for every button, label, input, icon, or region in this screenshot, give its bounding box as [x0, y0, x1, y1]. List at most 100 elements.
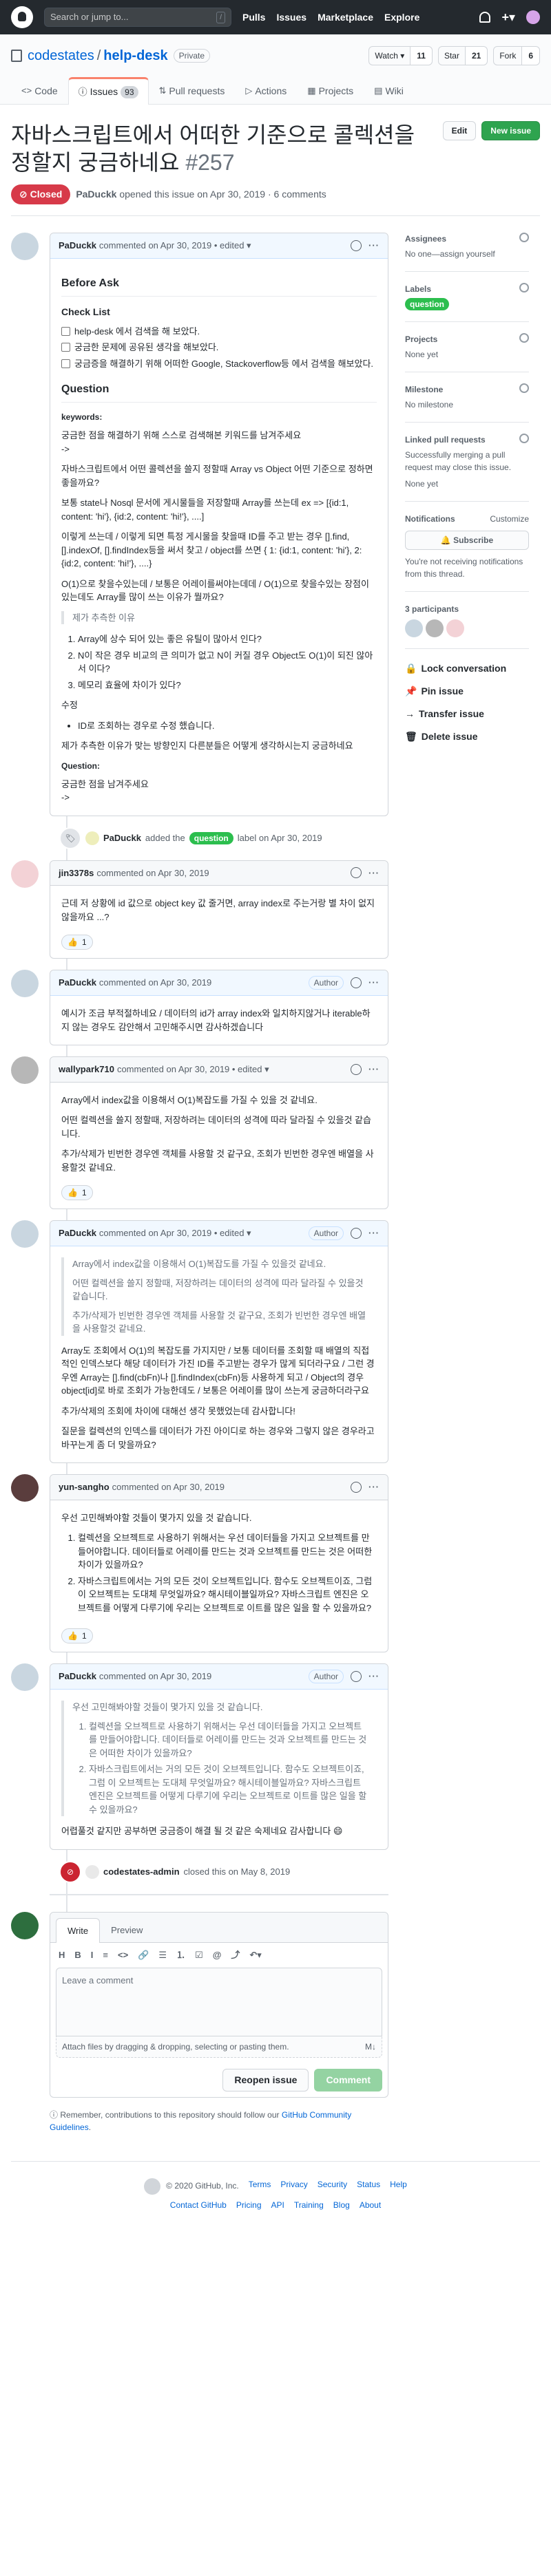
footer-link-blog[interactable]: Blog — [333, 2199, 350, 2211]
create-new-plus-icon[interactable]: +▾ — [501, 8, 515, 27]
bullet-list-icon[interactable]: ☰ — [158, 1948, 167, 1962]
gear-icon[interactable] — [519, 333, 529, 343]
avatar[interactable] — [11, 1911, 39, 1939]
comment-author[interactable]: yun-sangho — [59, 1480, 110, 1494]
more-options-icon[interactable]: ··· — [368, 1063, 380, 1076]
star-count[interactable]: 21 — [464, 47, 488, 65]
new-issue-button[interactable]: New issue — [481, 121, 540, 140]
reopen-issue-button[interactable]: Reopen issue — [222, 2068, 309, 2091]
add-reaction-icon[interactable] — [351, 977, 362, 988]
star-button[interactable]: Star 21 — [437, 46, 488, 65]
gear-icon[interactable] — [519, 434, 529, 443]
footer-link-training[interactable]: Training — [294, 2199, 324, 2211]
more-options-icon[interactable]: ··· — [368, 976, 380, 990]
watch-button[interactable]: Watch ▾ 11 — [368, 46, 433, 65]
fork-count[interactable]: 6 — [521, 47, 539, 65]
heading-icon[interactable]: H — [59, 1948, 65, 1962]
user-avatar[interactable] — [526, 10, 540, 24]
thumbs-up-reaction[interactable]: 👍 1 — [61, 935, 93, 950]
gear-icon[interactable] — [519, 233, 529, 242]
avatar[interactable] — [11, 1056, 39, 1084]
nav-pulls[interactable]: Pulls — [242, 10, 265, 25]
nav-marketplace[interactable]: Marketplace — [318, 10, 373, 25]
tab-write[interactable]: Write — [56, 1917, 101, 1943]
task-checkbox[interactable] — [61, 326, 70, 336]
attach-files-area[interactable]: Attach files by dragging & dropping, sel… — [56, 2036, 382, 2058]
avatar[interactable] — [11, 860, 39, 888]
edit-button[interactable]: Edit — [442, 121, 477, 140]
comment-author[interactable]: PaDuckk — [59, 976, 96, 990]
avatar[interactable] — [85, 1864, 99, 1879]
repo-name-link[interactable]: help-desk — [103, 45, 167, 66]
saved-reply-icon[interactable]: ↶▾ — [249, 1948, 261, 1962]
tab-pull-requests[interactable]: ⇅ Pull requests — [149, 77, 236, 104]
tab-actions[interactable]: ▷ Actions — [235, 77, 297, 104]
task-checkbox[interactable] — [61, 343, 70, 352]
comment-textarea[interactable]: Leave a comment — [56, 1967, 382, 2036]
numbered-list-icon[interactable]: ⒈ — [176, 1948, 185, 1962]
repo-owner-link[interactable]: codestates — [28, 45, 94, 66]
delete-issue-action[interactable]: 🗑 Delete issue — [405, 725, 529, 748]
footer-link-about[interactable]: About — [360, 2199, 381, 2211]
task-checkbox[interactable] — [61, 359, 70, 368]
subscribe-button[interactable]: 🔔 Subscribe — [405, 531, 529, 550]
avatar[interactable] — [426, 619, 444, 637]
issue-author-link[interactable]: PaDuckk — [76, 187, 116, 202]
label-question[interactable]: question — [405, 298, 449, 310]
comment-author[interactable]: PaDuckk — [59, 1226, 96, 1240]
footer-link-contact[interactable]: Contact GitHub — [170, 2199, 227, 2211]
thumbs-up-reaction[interactable]: 👍 1 — [61, 1185, 93, 1200]
footer-link-status[interactable]: Status — [357, 2178, 380, 2195]
more-options-icon[interactable]: ··· — [368, 1480, 380, 1494]
footer-link-help[interactable]: Help — [390, 2178, 407, 2195]
task-list-icon[interactable]: ☑ — [195, 1948, 203, 1962]
more-options-icon[interactable]: ··· — [368, 1670, 380, 1683]
add-reaction-icon[interactable] — [351, 239, 362, 251]
tab-code[interactable]: <> Code — [11, 77, 68, 104]
fork-button[interactable]: Fork 6 — [493, 46, 540, 65]
add-reaction-icon[interactable] — [351, 1671, 362, 1682]
comment-author[interactable]: PaDuckk — [59, 239, 96, 253]
link-icon[interactable]: 🔗 — [138, 1948, 149, 1962]
comment-author[interactable]: wallypark710 — [59, 1063, 114, 1076]
footer-link-terms[interactable]: Terms — [249, 2178, 271, 2195]
watch-count[interactable]: 11 — [410, 47, 432, 65]
lock-conversation-action[interactable]: 🔒 Lock conversation — [405, 657, 529, 680]
code-icon[interactable]: <> — [118, 1948, 128, 1962]
bold-icon[interactable]: B — [74, 1948, 81, 1962]
footer-link-security[interactable]: Security — [318, 2178, 347, 2195]
pin-issue-action[interactable]: 📌 Pin issue — [405, 680, 529, 703]
comment-author[interactable]: PaDuckk — [59, 1670, 96, 1683]
more-options-icon[interactable]: ··· — [368, 866, 380, 880]
github-logo-icon[interactable] — [11, 6, 33, 28]
gear-icon[interactable] — [519, 283, 529, 292]
italic-icon[interactable]: I — [91, 1948, 94, 1962]
avatar[interactable] — [11, 1663, 39, 1691]
mention-icon[interactable]: @ — [213, 1948, 222, 1962]
comment-button[interactable]: Comment — [314, 2068, 382, 2091]
notifications-bell-icon[interactable] — [479, 12, 491, 23]
tab-projects[interactable]: ▦ Projects — [297, 77, 364, 104]
avatar[interactable] — [405, 619, 423, 637]
footer-link-privacy[interactable]: Privacy — [280, 2178, 307, 2195]
comment-author[interactable]: jin3378s — [59, 866, 94, 880]
avatar[interactable] — [446, 619, 464, 637]
avatar[interactable] — [11, 970, 39, 997]
footer-link-pricing[interactable]: Pricing — [236, 2199, 262, 2211]
nav-explore[interactable]: Explore — [384, 10, 419, 25]
github-mark-icon[interactable] — [144, 2178, 161, 2195]
label-question[interactable]: question — [189, 831, 233, 844]
tab-wiki[interactable]: ▤ Wiki — [364, 77, 414, 104]
transfer-issue-action[interactable]: → Transfer issue — [405, 703, 529, 725]
avatar[interactable] — [11, 1220, 39, 1248]
add-reaction-icon[interactable] — [351, 867, 362, 879]
assign-yourself-link[interactable]: No one—assign yourself — [405, 248, 529, 260]
customize-link[interactable]: Customize — [490, 513, 529, 525]
footer-link-api[interactable]: API — [271, 2199, 284, 2211]
more-options-icon[interactable]: ··· — [368, 1226, 380, 1240]
more-options-icon[interactable]: ··· — [368, 239, 380, 253]
thumbs-up-reaction[interactable]: 👍 1 — [61, 1628, 93, 1643]
search-input[interactable]: Search or jump to... / — [44, 8, 231, 27]
avatar[interactable] — [11, 233, 39, 260]
add-reaction-icon[interactable] — [351, 1063, 362, 1075]
